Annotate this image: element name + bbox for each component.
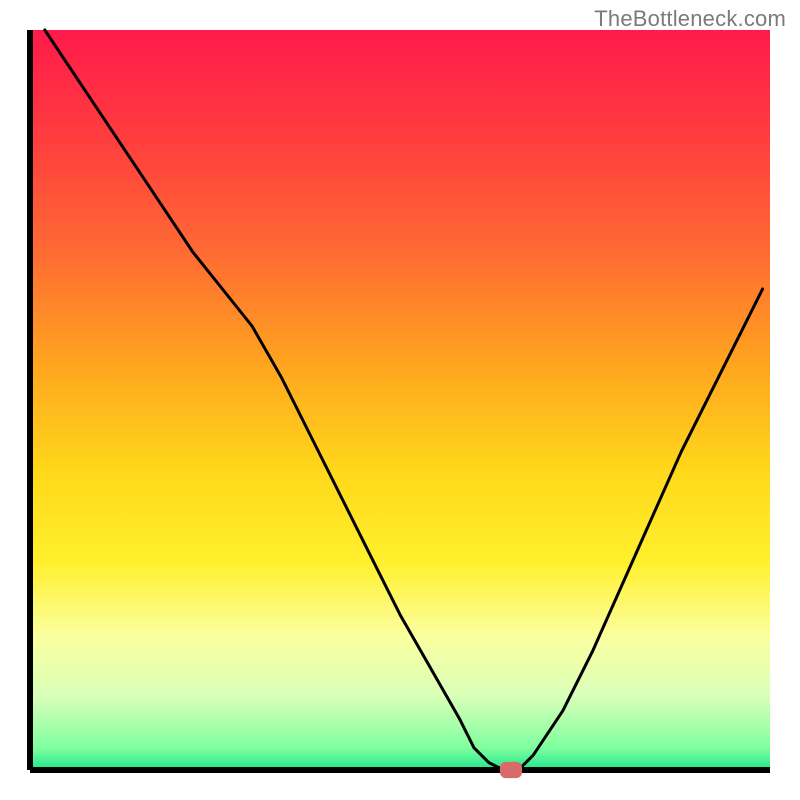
plot-background [30,30,770,770]
chart-container: TheBottleneck.com [0,0,800,800]
watermark-text: TheBottleneck.com [594,6,786,32]
bottleneck-plot [0,0,800,800]
optimal-marker [500,762,522,778]
